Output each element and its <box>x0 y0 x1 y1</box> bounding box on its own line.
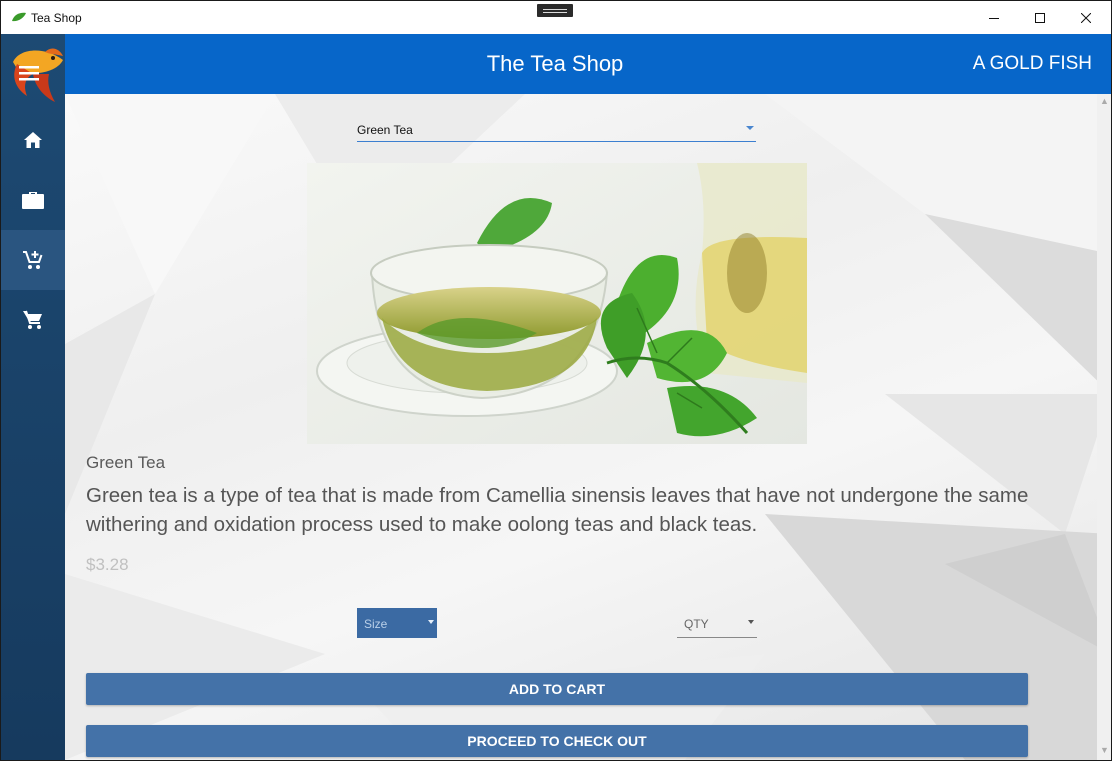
tea-type-dropdown[interactable]: Green Tea <box>357 118 756 142</box>
window-title: Tea Shop <box>31 11 82 25</box>
close-icon <box>1081 12 1091 23</box>
main-content: Green Tea Green Tea Green tea is a type … <box>65 94 1111 760</box>
chevron-down-icon <box>746 126 754 130</box>
product-price: $3.28 <box>86 555 129 574</box>
sidebar-item-cart[interactable] <box>1 290 65 350</box>
chevron-down-icon <box>748 620 754 624</box>
sidebar-item-home[interactable] <box>1 110 65 170</box>
checkout-button[interactable]: PROCEED TO CHECK OUT <box>86 725 1028 757</box>
sidebar-item-products[interactable] <box>1 170 65 230</box>
product-name: Green Tea <box>86 453 166 472</box>
minimize-button[interactable] <box>971 1 1017 34</box>
home-icon <box>24 132 42 148</box>
cart-icon <box>23 310 42 329</box>
sidebar <box>1 34 65 760</box>
sidebar-item-add-to-cart[interactable] <box>1 230 65 290</box>
tea-type-value: Green Tea <box>357 123 413 137</box>
page-title: The Tea Shop <box>486 51 624 76</box>
title-bar[interactable]: Tea Shop <box>1 1 1111 34</box>
quantity-dropdown[interactable]: QTY <box>677 608 757 638</box>
maximize-icon <box>1035 12 1045 23</box>
app-header: The Tea Shop A GOLD FISH <box>65 34 1111 94</box>
briefcase-icon <box>22 192 44 209</box>
scrollbar[interactable]: ▲ ▼ <box>1097 94 1111 760</box>
maximize-button[interactable] <box>1017 1 1063 34</box>
user-name[interactable]: A GOLD FISH <box>973 53 1092 75</box>
scroll-up-icon[interactable]: ▲ <box>1100 96 1109 106</box>
leaf-icon <box>12 12 26 22</box>
app-window: Tea Shop The Tea Shop A GOLD FISH Green … <box>1 1 1111 760</box>
product-description: Green tea is a type of tea that is made … <box>86 484 1029 536</box>
scroll-down-icon[interactable]: ▼ <box>1100 745 1109 755</box>
goldfish-logo-icon <box>13 48 63 102</box>
close-button[interactable] <box>1063 1 1109 34</box>
drag-handle[interactable] <box>537 4 573 17</box>
add-to-cart-button[interactable]: ADD TO CART <box>86 673 1028 705</box>
size-dropdown[interactable]: Size <box>357 608 437 638</box>
chevron-down-icon <box>428 620 434 624</box>
qty-placeholder: QTY <box>684 617 709 631</box>
tea-product-image <box>307 163 807 444</box>
minimize-icon <box>989 17 999 19</box>
hamburger-menu-button[interactable] <box>5 42 65 108</box>
add-to-cart-icon <box>23 251 43 269</box>
size-placeholder: Size <box>364 617 388 631</box>
